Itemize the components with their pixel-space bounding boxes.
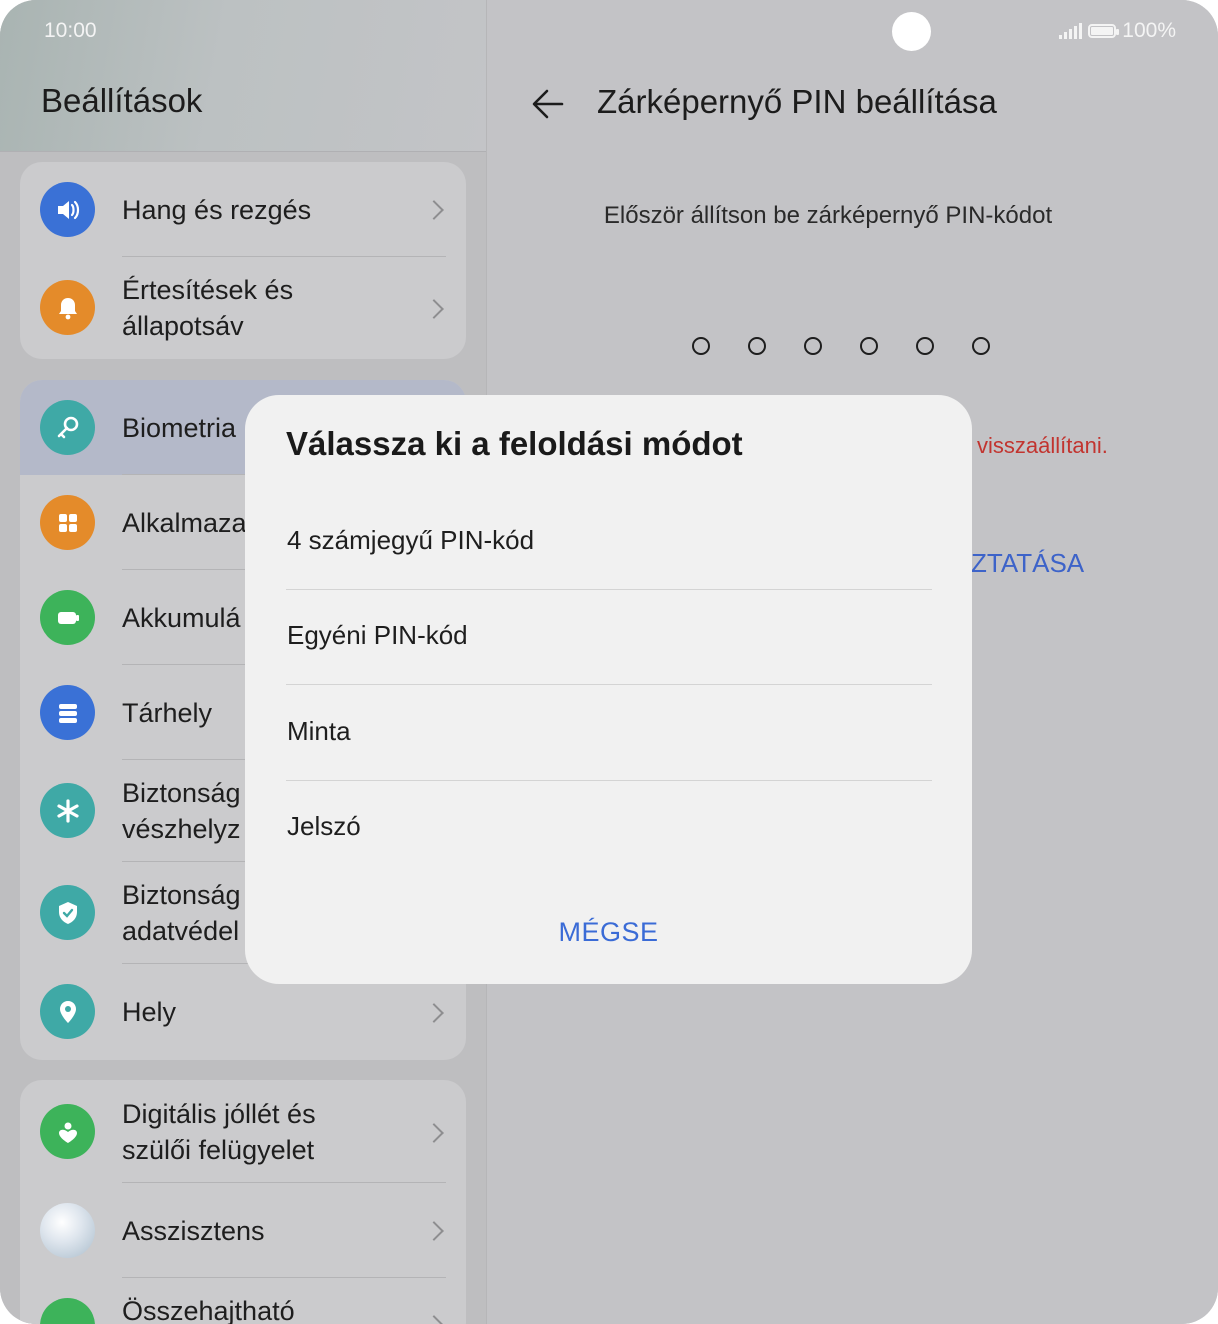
camera-cutout [892,12,931,51]
settings-item-label-line2: állapotsáv [122,311,244,341]
pin-screen-title: Zárképernyő PIN beállítása [597,83,997,120]
settings-item-label: Akkumulá [122,603,241,633]
option-divider [286,684,932,685]
settings-item-label: Tárhely [122,698,213,728]
page-title: Beállítások [41,82,203,119]
settings-item-label: Biometria [122,413,237,443]
pin-dot [692,337,710,355]
pin-dots [692,337,990,355]
chevron-right-icon [424,1123,444,1143]
option-label: Egyéni PIN-kód [287,620,468,650]
chevron-right-icon [424,200,444,220]
assistant-icon [40,1203,95,1258]
settings-item-digital-wellbeing[interactable]: Digitális jóllét és szülői felügyelet [20,1080,466,1183]
settings-item-label-line1: Biztonság [122,880,241,910]
location-icon [40,984,95,1039]
key-icon [40,400,95,455]
settings-item-label: Alkalmaza [122,508,247,538]
battery-icon [40,590,95,645]
unlock-method-dialog: Válassza ki a feloldási módot 4 számjegy… [245,395,972,984]
option-label: Jelszó [287,811,361,841]
settings-item-label-line1: Értesítések és [122,275,294,305]
apps-icon [40,495,95,550]
unlock-method-link[interactable]: ZTATÁSA [971,548,1084,579]
cancel-button[interactable]: MÉGSE [245,917,972,948]
device-screen: Beállítások Hang és rezgés Értesítések é… [0,0,1218,1324]
settings-item-foldable[interactable]: Összehajtható [20,1278,466,1324]
option-label: Minta [287,716,351,746]
signal-icon [1059,23,1083,39]
chevron-right-icon [424,1003,444,1023]
settings-item-label: Hely [122,997,177,1027]
dialog-title: Válassza ki a feloldási módot [286,425,743,462]
settings-item-label-line2: szülői felügyelet [122,1135,315,1165]
settings-item-label: Hang és rezgés [122,195,312,225]
option-4-digit-pin[interactable]: 4 számjegyű PIN-kód [286,495,932,590]
pin-dot [916,337,934,355]
battery-percent: 100% [1122,19,1176,42]
settings-item-label: Asszisztens [122,1216,265,1246]
option-password[interactable]: Jelszó [286,781,932,876]
shield-icon [40,885,95,940]
option-pattern[interactable]: Minta [286,686,932,781]
pin-dot [972,337,990,355]
bell-icon [40,280,95,335]
chevron-right-icon [424,1315,444,1324]
pin-instruction: Először állítson be zárképernyő PIN-kódo… [603,202,1053,229]
pin-dot [860,337,878,355]
asterisk-icon [40,783,95,838]
option-label: 4 számjegyű PIN-kód [287,525,535,555]
chevron-right-icon [424,1221,444,1241]
back-arrow-icon[interactable] [530,86,566,122]
settings-item-assistant[interactable]: Asszisztens [20,1183,466,1278]
pin-dot [804,337,822,355]
foldable-icon [40,1298,95,1324]
status-time: 10:00 [44,19,97,42]
speaker-icon [40,182,95,237]
settings-item-sound[interactable]: Hang és rezgés [20,162,466,257]
heart-icon [40,1104,95,1159]
settings-item-label-line1: Digitális jóllét és [122,1099,316,1129]
settings-item-label-line1: Biztonság [122,778,241,808]
settings-item-notifications[interactable]: Értesítések és állapotsáv [20,257,466,359]
settings-group-1: Hang és rezgés Értesítések és állapotsáv [20,162,466,359]
settings-group-3: Digitális jóllét és szülői felügyelet As… [20,1080,466,1324]
reset-warning-text: visszaállítani. [977,433,1108,458]
settings-item-label-line2: vészhelyz [122,814,241,844]
status-indicators: 100% [1059,19,1176,43]
settings-item-label-line2: adatvédel [122,916,240,946]
pin-dot [748,337,766,355]
storage-icon [40,685,95,740]
chevron-right-icon [424,299,444,319]
settings-item-label: Összehajtható [122,1296,295,1324]
battery-status-icon [1088,24,1120,38]
option-custom-pin[interactable]: Egyéni PIN-kód [286,590,932,685]
